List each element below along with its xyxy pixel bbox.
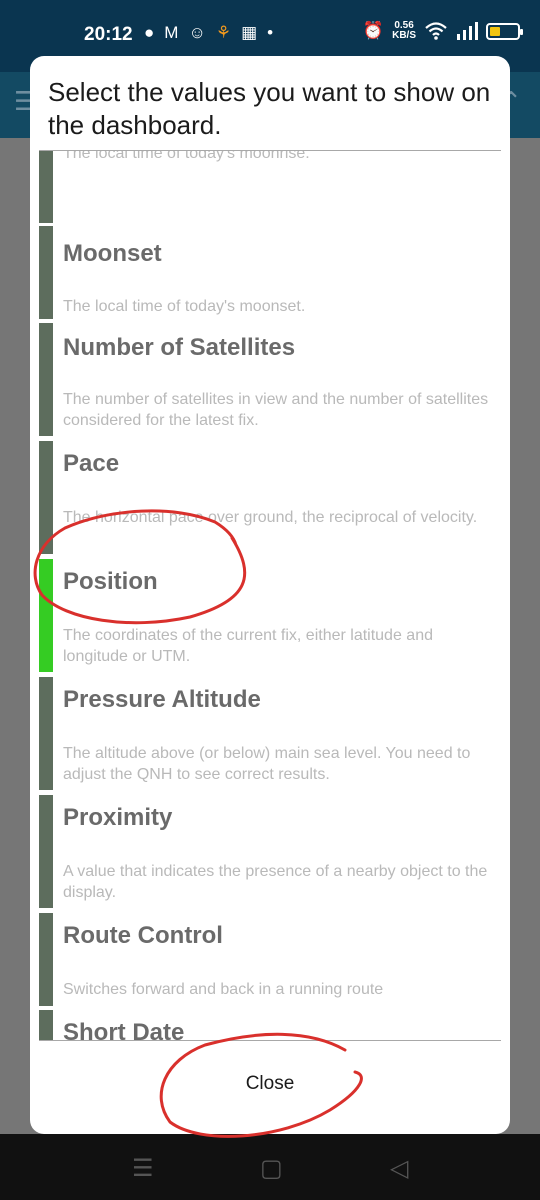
dashboard-values-dialog: Select the values you want to show on th…: [30, 56, 510, 1134]
list-item[interactable]: Short Date: [39, 1009, 501, 1040]
list-item[interactable]: The local time of today's moonrise.: [39, 151, 501, 224]
item-description: Switches forward and back in a running r…: [63, 981, 384, 998]
item-title: Route Control: [63, 922, 223, 949]
network-speed: 0.56 KB/S: [392, 21, 416, 41]
list-item[interactable]: Pressure Altitude The altitude above (or …: [39, 676, 501, 791]
home-icon[interactable]: ▢: [260, 1154, 283, 1183]
dialog-title: Select the values you want to show on th…: [48, 77, 491, 140]
list-item[interactable]: Route Control Switches forward and back i…: [39, 912, 501, 1007]
item-description: The horizontal pace over ground, the rec…: [63, 509, 478, 526]
item-title: Moonset: [63, 240, 162, 267]
grid-app-icon: ▦: [241, 23, 258, 42]
selection-indicator: [39, 151, 53, 223]
divider: [39, 1040, 501, 1041]
system-icons: ⏰ 0.56 KB/S: [362, 20, 523, 42]
list-item[interactable]: Proximity A value that indicates the pres…: [39, 794, 501, 909]
list-item[interactable]: Pace The horizontal pace over ground, the…: [39, 440, 501, 555]
chat-bubble-icon: ●: [144, 23, 155, 42]
item-description: The local time of today's moonrise.: [63, 151, 310, 162]
selection-indicator: [39, 913, 53, 1006]
battery-icon: [486, 22, 523, 40]
item-title: Pace: [63, 450, 120, 477]
item-description: The number of satellites in view and the…: [63, 391, 489, 429]
smile-app-icon: ☺: [188, 23, 206, 42]
back-icon[interactable]: ◁: [390, 1154, 408, 1183]
item-title: Position: [63, 568, 158, 595]
selection-indicator: [39, 323, 53, 436]
dot-icon: •: [267, 23, 274, 42]
alarm-icon: ⏰: [362, 21, 385, 40]
list-item[interactable]: Number of Satellites The number of satell…: [39, 322, 501, 437]
net-speed-unit: KB/S: [392, 30, 416, 41]
item-description: The coordinates of the current fix, eith…: [63, 627, 433, 665]
item-title: Pressure Altitude: [63, 686, 261, 713]
wifi-icon: [425, 22, 447, 40]
values-list[interactable]: The local time of today's moonrise. Moons…: [39, 151, 501, 1040]
list-item[interactable]: Moonset The local time of today's moonset…: [39, 225, 501, 320]
close-button[interactable]: Close: [210, 1066, 330, 1102]
recents-icon[interactable]: ☰: [132, 1154, 154, 1183]
cat-app-icon: ⚘: [215, 23, 232, 42]
item-description: The local time of today's moonset.: [63, 298, 306, 315]
item-description: A value that indicates the presence of a…: [63, 863, 488, 901]
list-item[interactable]: Position The coordinates of the current f…: [39, 558, 501, 673]
selection-indicator: [39, 1010, 53, 1040]
battery-level: [490, 26, 501, 36]
item-description: The altitude above (or below) main sea l…: [63, 745, 471, 783]
selection-indicator: [39, 795, 53, 908]
selection-indicator: [39, 441, 53, 554]
navigation-bar: ☰ ▢ ◁: [0, 1134, 540, 1200]
selection-indicator: [39, 226, 53, 319]
notification-icons: ● M ☺ ⚘ ▦ •: [144, 22, 273, 44]
item-title: Proximity: [63, 804, 173, 831]
selection-indicator: [39, 677, 53, 790]
item-title: Number of Satellites: [63, 334, 296, 361]
item-title: Short Date: [63, 1019, 185, 1040]
mail-icon: M: [164, 23, 179, 42]
signal-icon: [457, 22, 478, 40]
selection-indicator-selected: [39, 559, 53, 672]
status-time: 20:12: [84, 24, 133, 45]
